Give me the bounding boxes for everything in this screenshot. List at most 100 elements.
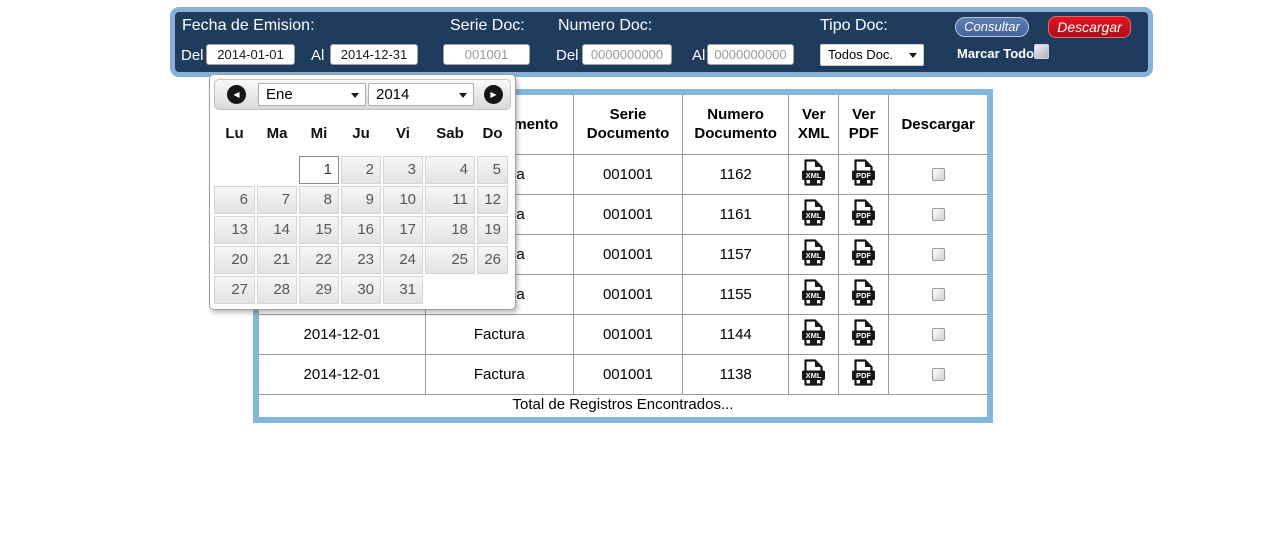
calendar-day-5[interactable]: 5 xyxy=(477,156,508,184)
calendar-day-8[interactable]: 8 xyxy=(299,186,339,214)
calendar-day-10[interactable]: 10 xyxy=(383,186,423,214)
calendar-empty-cell xyxy=(425,276,475,304)
calendar-day-20[interactable]: 20 xyxy=(214,246,255,274)
fecha-del-label: Del xyxy=(181,45,204,66)
serie-doc-input[interactable] xyxy=(443,44,530,65)
fecha-emision-label: Fecha de Emision: xyxy=(182,16,315,36)
descargar-button[interactable]: Descargar xyxy=(1048,16,1131,38)
ver-pdf-icon[interactable]: PDF xyxy=(851,159,876,186)
calendar-day-9[interactable]: 9 xyxy=(341,186,381,214)
table-footer-row: Total de Registros Encontrados... xyxy=(259,394,987,415)
calendar-day-3[interactable]: 3 xyxy=(383,156,423,184)
calendar-day-4[interactable]: 4 xyxy=(425,156,475,184)
table-footer-text: Total de Registros Encontrados... xyxy=(259,394,987,415)
year-selected-value: 2014 xyxy=(376,86,409,103)
ver-xml-icon[interactable]: XML xyxy=(801,159,826,186)
calendar-day-27[interactable]: 27 xyxy=(214,276,255,304)
ver-pdf-icon[interactable]: PDF xyxy=(851,199,876,226)
year-select[interactable]: 2014 xyxy=(368,83,474,106)
col-header-ver-xml: Ver XML xyxy=(789,95,839,154)
marcar-todos-checkbox[interactable] xyxy=(1034,44,1049,59)
descargar-row-checkbox[interactable] xyxy=(932,288,945,301)
calendar-day-21[interactable]: 21 xyxy=(257,246,297,274)
filter-panel: Fecha de Emision: Serie Doc: Numero Doc:… xyxy=(170,7,1153,77)
cell-serie-documento: 001001 xyxy=(573,274,682,314)
calendar-day-15[interactable]: 15 xyxy=(299,216,339,244)
col-header-numero-documento: Numero Documento xyxy=(683,95,789,154)
calendar-day-6[interactable]: 6 xyxy=(214,186,255,214)
ver-xml-icon[interactable]: XML xyxy=(801,319,826,346)
weekday-label: Ju xyxy=(341,124,381,144)
calendar-day-2[interactable]: 2 xyxy=(341,156,381,184)
ver-pdf-icon[interactable]: PDF xyxy=(851,239,876,266)
table-row: 2014-12-01 Factura 001001 1144 XML PDF xyxy=(259,314,987,354)
calendar-empty-cell xyxy=(477,276,508,304)
svg-text:XML: XML xyxy=(806,371,822,380)
calendar-day-1[interactable]: 1 xyxy=(299,156,339,184)
svg-text:XML: XML xyxy=(806,331,822,340)
fecha-al-input[interactable] xyxy=(330,44,418,65)
calendar-day-29[interactable]: 29 xyxy=(299,276,339,304)
ver-xml-icon[interactable]: XML xyxy=(801,279,826,306)
calendar-day-11[interactable]: 11 xyxy=(425,186,475,214)
svg-text:XML: XML xyxy=(806,251,822,260)
weekday-label: Sab xyxy=(425,124,475,144)
ver-xml-icon[interactable]: XML xyxy=(801,359,826,386)
weekday-label: Lu xyxy=(214,124,255,144)
consultar-button[interactable]: Consultar xyxy=(955,17,1029,37)
svg-text:PDF: PDF xyxy=(856,331,871,340)
numero-del-input[interactable] xyxy=(582,44,672,65)
ver-pdf-icon[interactable]: PDF xyxy=(851,319,876,346)
weekday-label: Vi xyxy=(383,124,423,144)
svg-text:PDF: PDF xyxy=(856,171,871,180)
calendar-day-24[interactable]: 24 xyxy=(383,246,423,274)
descargar-row-checkbox[interactable] xyxy=(932,208,945,221)
cell-tipo-documento: Factura xyxy=(425,314,573,354)
calendar-day-26[interactable]: 26 xyxy=(477,246,508,274)
calendar-day-23[interactable]: 23 xyxy=(341,246,381,274)
col-header-serie-documento: Serie Documento xyxy=(573,95,682,154)
calendar-day-28[interactable]: 28 xyxy=(257,276,297,304)
calendar-day-19[interactable]: 19 xyxy=(477,216,508,244)
calendar-day-18[interactable]: 18 xyxy=(425,216,475,244)
tipo-doc-label: Tipo Doc: xyxy=(820,16,888,36)
chevron-down-icon xyxy=(351,93,359,98)
calendar-day-16[interactable]: 16 xyxy=(341,216,381,244)
calendar-day-14[interactable]: 14 xyxy=(257,216,297,244)
tipo-doc-select[interactable]: Todos Doc. xyxy=(820,44,924,66)
calendar-day-25[interactable]: 25 xyxy=(425,246,475,274)
ver-pdf-icon[interactable]: PDF xyxy=(851,279,876,306)
col-header-descargar: Descargar xyxy=(889,95,987,154)
descargar-row-checkbox[interactable] xyxy=(932,248,945,261)
col-header-ver-pdf: Ver PDF xyxy=(839,95,889,154)
month-select[interactable]: Ene xyxy=(258,83,366,106)
calendar-day-30[interactable]: 30 xyxy=(341,276,381,304)
calendar-empty-cell xyxy=(214,156,255,184)
calendar-empty-cell xyxy=(257,156,297,184)
descargar-row-checkbox[interactable] xyxy=(932,368,945,381)
svg-text:PDF: PDF xyxy=(856,211,871,220)
next-month-button[interactable]: ▶ xyxy=(484,85,503,104)
tipo-doc-selected-value: Todos Doc. xyxy=(828,47,893,62)
calendar-day-13[interactable]: 13 xyxy=(214,216,255,244)
ver-xml-icon[interactable]: XML xyxy=(801,239,826,266)
descargar-row-checkbox[interactable] xyxy=(932,168,945,181)
fecha-del-input[interactable] xyxy=(206,44,295,65)
chevron-down-icon xyxy=(459,93,467,98)
calendar-day-7[interactable]: 7 xyxy=(257,186,297,214)
cell-serie-documento: 001001 xyxy=(573,354,682,394)
ver-xml-icon[interactable]: XML xyxy=(801,199,826,226)
numero-al-input[interactable] xyxy=(707,44,794,65)
calendar-day-31[interactable]: 31 xyxy=(383,276,423,304)
calendar-day-17[interactable]: 17 xyxy=(383,216,423,244)
prev-month-button[interactable]: ◀ xyxy=(227,85,246,104)
calendar-day-12[interactable]: 12 xyxy=(477,186,508,214)
svg-text:XML: XML xyxy=(806,211,822,220)
cell-tipo-documento: Factura xyxy=(425,354,573,394)
fecha-al-label: Al xyxy=(311,45,324,66)
descargar-row-checkbox[interactable] xyxy=(932,328,945,341)
cell-numero-documento: 1155 xyxy=(683,274,789,314)
calendar-day-22[interactable]: 22 xyxy=(299,246,339,274)
ver-pdf-icon[interactable]: PDF xyxy=(851,359,876,386)
page: Fecha de Emision: Serie Doc: Numero Doc:… xyxy=(0,0,1285,545)
